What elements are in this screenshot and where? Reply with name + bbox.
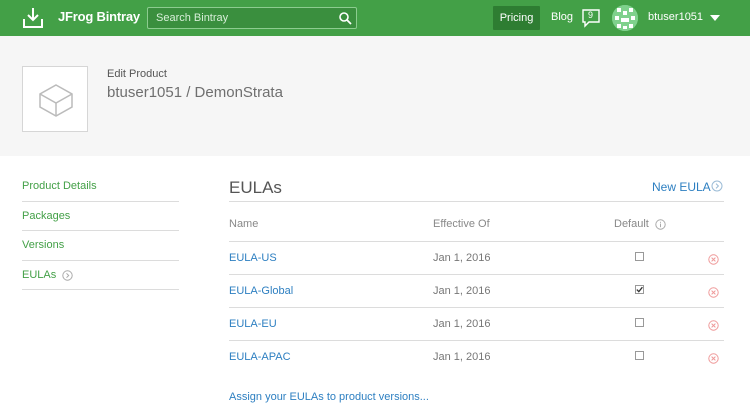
sidebar-item-label: Packages [22, 209, 71, 222]
sidebar-item-eulas[interactable]: EULAs [22, 261, 179, 290]
sidebar-item-label: Product Details [22, 180, 97, 192]
table-row: EULA-US Jan 1, 2016 [229, 241, 724, 274]
username[interactable]: btuser1051 [648, 11, 703, 23]
eula-name-link[interactable]: EULA-Global [229, 285, 293, 297]
info-icon[interactable] [655, 219, 666, 230]
sidebar-item-label: EULAs [22, 268, 57, 281]
search-box [147, 7, 357, 29]
chevron-right-circle-icon [62, 269, 73, 281]
bintray-logo-icon[interactable] [21, 6, 45, 30]
default-checkbox[interactable] [635, 318, 644, 327]
product-path: btuser1051 / DemonStrata [107, 84, 283, 101]
pricing-button[interactable]: Pricing [493, 6, 540, 30]
effective-date: Jan 1, 2016 [433, 351, 491, 363]
column-header-default: Default [614, 218, 649, 230]
avatar[interactable] [612, 5, 638, 31]
edit-product-label: Edit Product [107, 68, 167, 80]
effective-date: Jan 1, 2016 [433, 285, 491, 297]
remove-icon[interactable] [708, 254, 719, 265]
notification-count: 9 [588, 10, 594, 20]
default-checkbox-checked[interactable] [635, 285, 644, 294]
chevron-right-circle-icon[interactable] [711, 180, 723, 192]
sidebar-nav: Product Details Packages Versions EULAs [22, 172, 179, 290]
sidebar-item-versions[interactable]: Versions [22, 231, 179, 261]
blog-link[interactable]: Blog [551, 11, 573, 23]
column-header-effective: Effective Of [433, 218, 490, 230]
eula-name-link[interactable]: EULA-APAC [229, 351, 291, 363]
sidebar-item-label: Versions [22, 239, 65, 251]
product-header: Edit Product btuser1051 / DemonStrata [0, 36, 750, 156]
table-row: EULA-Global Jan 1, 2016 [229, 274, 724, 307]
search-icon[interactable] [338, 11, 352, 25]
title-divider [229, 201, 724, 202]
remove-icon[interactable] [708, 287, 719, 298]
table-row: EULA-APAC Jan 1, 2016 [229, 340, 724, 373]
top-navbar: JFrog Bintray Pricing Blog 9 btuser1051 [0, 0, 750, 36]
remove-icon[interactable] [708, 320, 719, 331]
sidebar-item-product-details[interactable]: Product Details [22, 172, 179, 202]
eula-name-link[interactable]: EULA-US [229, 252, 277, 264]
default-checkbox[interactable] [635, 351, 644, 360]
page-title: EULAs [229, 178, 282, 197]
caret-down-icon[interactable] [710, 14, 720, 22]
search-input[interactable] [148, 8, 334, 28]
new-eula-link[interactable]: New EULA [652, 180, 711, 194]
eula-name-link[interactable]: EULA-EU [229, 318, 277, 330]
assign-eulas-link[interactable]: Assign your EULAs to product versions... [229, 391, 429, 403]
effective-date: Jan 1, 2016 [433, 318, 491, 330]
column-header-name: Name [229, 218, 259, 230]
package-box-icon [39, 84, 73, 117]
sidebar-item-packages[interactable]: Packages [22, 202, 179, 231]
product-image[interactable] [22, 66, 88, 132]
default-checkbox[interactable] [635, 252, 644, 261]
remove-icon[interactable] [708, 353, 719, 364]
table-row: EULA-EU Jan 1, 2016 [229, 307, 724, 340]
brand-name[interactable]: JFrog Bintray [58, 9, 140, 24]
effective-date: Jan 1, 2016 [433, 252, 491, 264]
